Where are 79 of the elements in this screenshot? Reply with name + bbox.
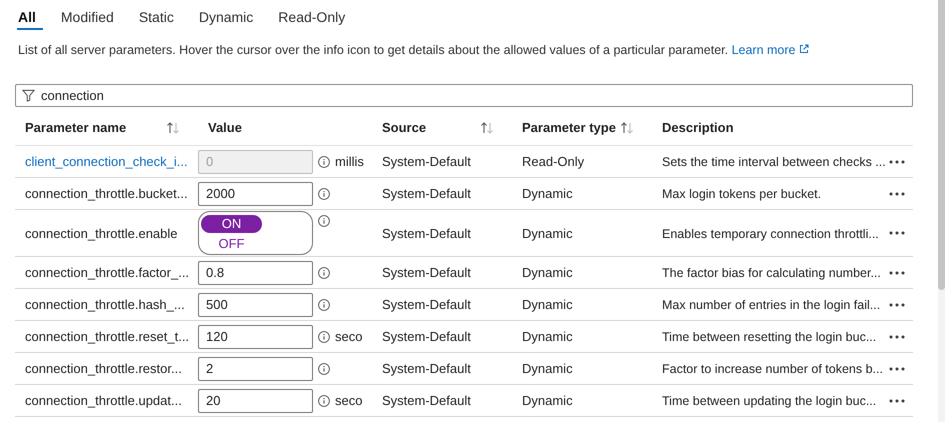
description-text: Time between resetting the login buc... (662, 330, 876, 344)
type-text: Read-Only (522, 154, 584, 169)
parameter-name: connection_throttle.reset_t... (25, 329, 190, 344)
info-icon[interactable] (318, 298, 330, 310)
value-input[interactable]: 2000 (198, 182, 313, 206)
more-icon[interactable] (889, 192, 905, 196)
scroll-thumb[interactable] (938, 0, 945, 290)
type-text: Dynamic (522, 393, 573, 408)
type-text: Dynamic (522, 361, 573, 376)
description-text: Enables temporary connection throttli... (662, 226, 879, 240)
off-option[interactable]: OFF (201, 235, 262, 253)
info-icon[interactable] (318, 156, 330, 168)
value-input[interactable]: 20 (198, 388, 313, 412)
filter-tab[interactable]: Dynamic (198, 0, 260, 30)
parameter-name: connection_throttle.factor_... (25, 265, 190, 280)
source-text: System-Default (382, 186, 471, 201)
source-text: System-Default (382, 226, 471, 240)
column-header: Description (662, 120, 734, 135)
description-text: Time between updating the login buc... (662, 394, 876, 408)
unit-text: millis (335, 154, 365, 169)
description-text: Factor to increase number of tokens b... (662, 362, 883, 376)
parameter-name: connection_throttle.hash_... (25, 297, 185, 312)
source-text: System-Default (382, 393, 471, 408)
filter-tab[interactable]: Static (138, 0, 181, 30)
description-text: Max login tokens per bucket. (662, 187, 822, 201)
more-icon[interactable] (889, 160, 905, 164)
parameter-name: connection_throttle.restor... (25, 361, 182, 376)
sort-icon[interactable] (480, 122, 494, 134)
info-icon[interactable] (318, 362, 330, 374)
more-icon[interactable] (889, 334, 905, 338)
intro-text: List of all server parameters. Hover the cursor over the info icon to get details about the allowed values of a particular parameter. Learn more (18, 42, 938, 58)
description-text: The factor bias for calculating number... (662, 266, 881, 280)
on-off-toggle[interactable]: ON OFF (198, 211, 313, 255)
filter-tab[interactable]: All (17, 0, 43, 30)
filter-field[interactable]: connection (15, 84, 913, 107)
info-icon[interactable] (318, 394, 330, 406)
type-text: Dynamic (522, 265, 573, 280)
scrollbar[interactable] (938, 0, 945, 422)
column-header: Source (382, 120, 426, 135)
column-header: Parameter name (25, 120, 126, 135)
more-icon[interactable] (889, 366, 905, 370)
value-input[interactable]: 0.8 (198, 260, 313, 284)
external-link-icon (798, 44, 808, 54)
info-icon[interactable] (318, 188, 330, 200)
source-text: System-Default (382, 329, 471, 344)
sort-icon[interactable] (166, 122, 180, 134)
description-text: Max number of entries in the login fail... (662, 298, 880, 312)
sort-icon[interactable] (620, 122, 634, 134)
parameter-name: connection_throttle.bucket... (25, 186, 188, 201)
info-icon[interactable] (318, 330, 330, 342)
more-icon[interactable] (889, 398, 905, 402)
type-text: Dynamic (522, 226, 573, 240)
filter-tab[interactable]: Modified (60, 0, 121, 30)
source-text: System-Default (382, 297, 471, 312)
value-input[interactable]: 500 (198, 292, 313, 316)
parameter-name: connection_throttle.enable (25, 226, 178, 240)
column-header: Value (208, 120, 242, 135)
parameter-name: connection_throttle.updat... (25, 393, 182, 408)
more-icon[interactable] (889, 270, 905, 274)
filter-icon (22, 89, 35, 102)
unit-text: seco (335, 329, 364, 344)
type-text: Dynamic (522, 297, 573, 312)
source-text: System-Default (382, 154, 471, 169)
value-input[interactable]: 2 (198, 356, 313, 380)
filter-tab[interactable]: Read-Only (277, 0, 352, 30)
info-icon[interactable] (318, 266, 330, 278)
more-icon[interactable] (889, 231, 905, 235)
value-input[interactable]: 120 (198, 324, 313, 348)
type-text: Dynamic (522, 186, 573, 201)
description-text: Sets the time interval between checks ... (662, 155, 885, 169)
more-icon[interactable] (889, 302, 905, 306)
learn-more-link[interactable]: Learn more (732, 43, 808, 57)
on-option[interactable]: ON (201, 215, 262, 233)
source-text: System-Default (382, 361, 471, 376)
unit-text: seco (335, 393, 364, 408)
info-icon[interactable] (318, 215, 330, 227)
source-text: System-Default (382, 265, 471, 280)
type-text: Dynamic (522, 329, 573, 344)
column-header: Parameter type (522, 120, 616, 135)
